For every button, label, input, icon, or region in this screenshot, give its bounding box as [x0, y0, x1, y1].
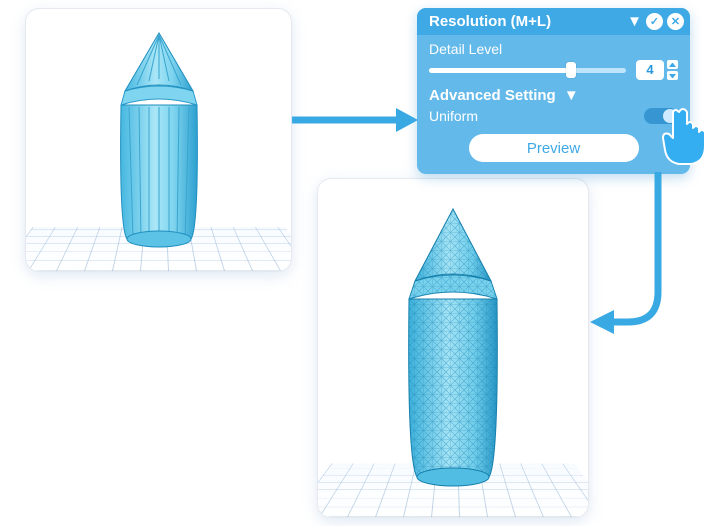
uniform-label: Uniform: [429, 108, 644, 124]
advanced-setting-header[interactable]: Advanced Setting ▼: [417, 81, 690, 104]
panel-title: Resolution (M+L): [429, 13, 623, 30]
uniform-toggle[interactable]: [644, 108, 678, 124]
chevron-down-icon: ▼: [564, 87, 579, 104]
collapse-icon: ▼: [627, 13, 642, 30]
detail-level-value[interactable]: 4: [636, 60, 664, 80]
detail-level-label: Detail Level: [429, 41, 502, 57]
arrow-to-result: [588, 172, 688, 342]
detail-level-slider[interactable]: [429, 68, 626, 73]
apply-icon[interactable]: ✓: [646, 13, 663, 30]
resolution-panel: Resolution (M+L) ▼ ✓ ✕ Detail Level 4: [417, 8, 690, 174]
model-high-poly: [383, 201, 523, 493]
viewport-after: [317, 178, 589, 518]
model-low-poly: [99, 27, 219, 253]
viewport-before: [25, 8, 292, 272]
arrow-to-panel: [292, 100, 422, 140]
detail-level-stepper[interactable]: [667, 59, 678, 81]
step-down-icon[interactable]: [667, 71, 678, 80]
step-up-icon[interactable]: [667, 60, 678, 69]
close-icon[interactable]: ✕: [667, 13, 684, 30]
slider-knob[interactable]: [566, 62, 576, 78]
panel-header[interactable]: Resolution (M+L) ▼ ✓ ✕: [417, 8, 690, 35]
preview-button[interactable]: Preview: [469, 134, 639, 162]
